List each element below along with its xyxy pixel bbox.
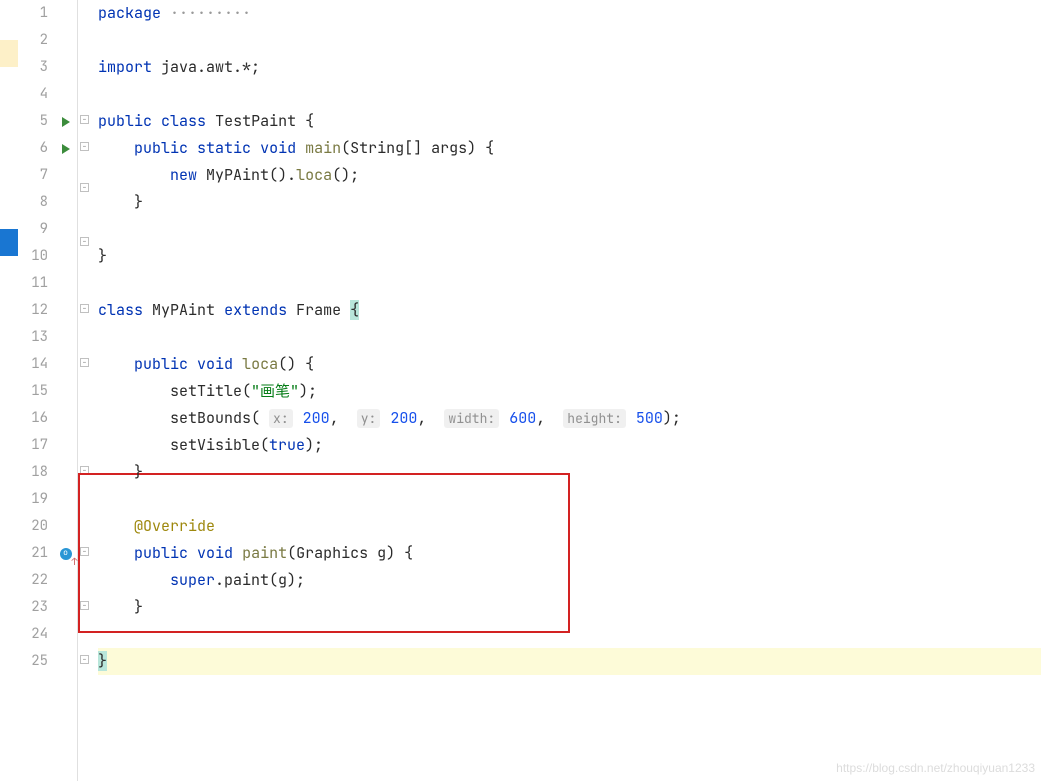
line-number[interactable]: 10 [18,243,54,270]
change-marker-blue [0,229,18,256]
change-marker-stripe [0,0,18,781]
parameter-hint: width: [444,409,499,428]
matched-brace: } [98,651,107,671]
parameter-hint: height: [563,409,626,428]
line-number[interactable]: 13 [18,324,54,351]
fold-toggle-icon[interactable]: - [80,466,89,475]
run-gutter-icon[interactable] [62,117,70,127]
method-name: loca [242,354,278,374]
line-number[interactable]: 25 [18,648,54,675]
fold-toggle-icon[interactable]: - [80,142,89,151]
class-name: MyPAint [152,300,215,320]
change-marker-yellow [0,40,18,67]
gutter-icon-column: o↑ [54,0,78,781]
fold-column[interactable]: - - - - - - - - - - [78,0,92,781]
line-number[interactable]: 18 [18,459,54,486]
line-number[interactable]: 17 [18,432,54,459]
line-number[interactable]: 3 [18,54,54,81]
string-literal: "画笔" [251,381,299,401]
keyword: import [98,57,152,77]
line-number[interactable]: 21 [18,540,54,567]
line-number[interactable]: 9 [18,216,54,243]
line-number[interactable]: 23 [18,594,54,621]
keyword: package [98,3,161,23]
line-number[interactable]: 6 [18,135,54,162]
import-path: java.awt.*; [161,57,260,77]
method-name: main [305,138,341,158]
override-gutter-icon[interactable]: o↑ [60,548,72,560]
fold-toggle-icon[interactable]: - [80,237,89,246]
fold-toggle-icon[interactable]: - [80,115,89,124]
class-name: TestPaint [215,111,296,131]
fold-toggle-icon[interactable]: - [80,655,89,664]
fold-toggle-icon[interactable]: - [80,358,89,367]
line-number[interactable]: 7 [18,162,54,189]
line-number[interactable]: 20 [18,513,54,540]
run-gutter-icon[interactable] [62,144,70,154]
line-number[interactable]: 12 [18,297,54,324]
code-text-area[interactable]: package ········· import java.awt.*; pub… [92,0,1041,781]
fold-toggle-icon[interactable]: - [80,601,89,610]
line-number[interactable]: 19 [18,486,54,513]
line-number[interactable]: 1 [18,0,54,27]
line-number[interactable]: 8 [18,189,54,216]
parameter-hint: y: [357,409,381,428]
line-number[interactable]: 2 [18,27,54,54]
annotation: @Override [134,516,215,536]
line-number[interactable]: 16 [18,405,54,432]
line-number[interactable]: 15 [18,378,54,405]
line-number[interactable]: 24 [18,621,54,648]
line-number[interactable]: 5 [18,108,54,135]
watermark-text: https://blog.csdn.net/zhouqiyuan1233 [836,761,1035,775]
line-number[interactable]: 11 [18,270,54,297]
code-editor[interactable]: 1 2 3 4 5 6 7 8 9 10 11 12 13 14 15 16 1… [0,0,1041,781]
matched-brace: { [350,300,359,320]
parameter-hint: x: [269,409,293,428]
fold-toggle-icon[interactable]: - [80,304,89,313]
line-number[interactable]: 22 [18,567,54,594]
method-name: paint [242,543,287,563]
fold-toggle-icon[interactable]: - [80,183,89,192]
line-number[interactable]: 14 [18,351,54,378]
fold-toggle-icon[interactable]: - [80,547,89,556]
line-number[interactable]: 4 [18,81,54,108]
line-number-gutter[interactable]: 1 2 3 4 5 6 7 8 9 10 11 12 13 14 15 16 1… [18,0,54,781]
